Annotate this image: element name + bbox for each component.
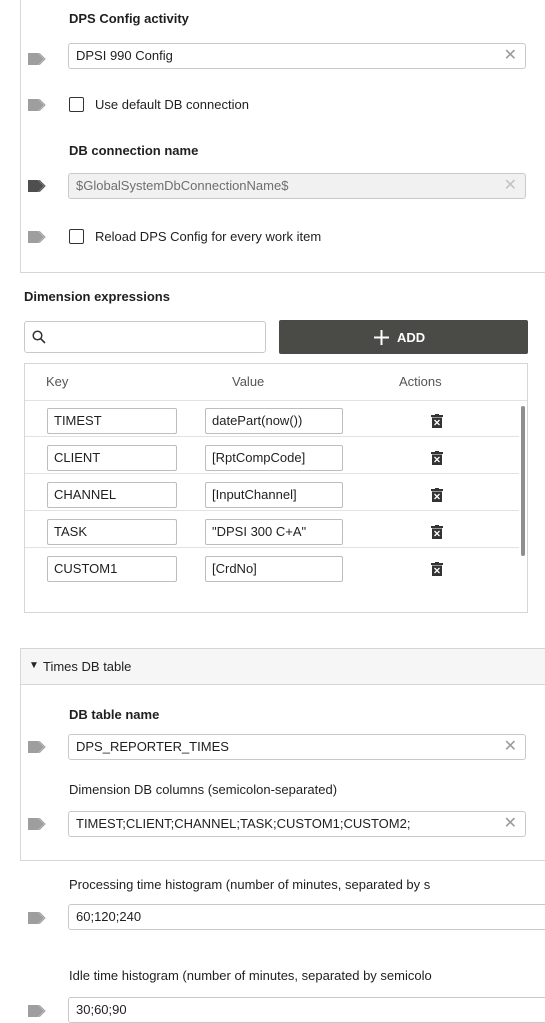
table-row: TASK "DPSI 300 C+A" — [25, 511, 519, 548]
tag-icon[interactable] — [28, 99, 46, 111]
dimension-columns-label: Dimension DB columns (semicolon-separate… — [69, 782, 338, 797]
column-header-actions: Actions — [399, 374, 442, 389]
table-row: CUSTOM1 [CrdNo] — [25, 548, 519, 584]
db-connection-label: DB connection name — [69, 143, 199, 158]
close-icon[interactable]: ✕ — [504, 174, 517, 198]
processing-histogram-value: 60;120;240 — [76, 909, 142, 924]
table-name-label: DB table name — [69, 707, 160, 722]
dimension-columns-input[interactable]: TIMEST;CLIENT;CHANNEL;TASK;CUSTOM1;CUSTO… — [68, 811, 526, 837]
row-key-input[interactable]: CHANNEL — [47, 482, 177, 508]
dimension-expressions-title: Dimension expressions — [24, 289, 170, 304]
search-input[interactable] — [24, 321, 266, 353]
table-name-input[interactable]: DPS_REPORTER_TIMES ✕ — [68, 734, 526, 760]
search-icon — [32, 330, 46, 344]
tag-icon[interactable] — [28, 912, 46, 924]
reload-config-checkbox[interactable] — [69, 229, 84, 244]
use-default-db-label: Use default DB connection — [95, 97, 249, 112]
add-button[interactable]: ADD — [279, 320, 528, 354]
dps-config-value: DPSI 990 Config — [76, 48, 173, 63]
column-header-value: Value — [232, 374, 265, 389]
dimension-columns-value: TIMEST;CLIENT;CHANNEL;TASK;CUSTOM1;CUSTO… — [76, 816, 411, 831]
tag-icon[interactable] — [28, 818, 46, 830]
dimension-table: Key Value Actions TIMEST datePart(now())… — [24, 363, 528, 613]
tag-icon[interactable] — [28, 231, 46, 243]
table-row: CLIENT [RptCompCode] — [25, 437, 519, 474]
table-header: Key Value Actions — [25, 364, 527, 401]
dps-config-input[interactable]: DPSI 990 Config ✕ — [68, 43, 526, 69]
idle-histogram-value: 30;60;90 — [76, 1002, 127, 1017]
processing-histogram-label: Processing time histogram (number of min… — [69, 877, 431, 892]
tag-icon[interactable] — [28, 180, 46, 192]
trash-icon[interactable] — [431, 451, 443, 465]
tag-icon[interactable] — [28, 741, 46, 753]
add-button-label: ADD — [397, 330, 426, 345]
row-key-input[interactable]: CUSTOM1 — [47, 556, 177, 582]
close-icon[interactable]: ✕ — [504, 735, 517, 759]
column-header-key: Key — [46, 374, 69, 389]
table-row: CHANNEL [InputChannel] — [25, 474, 519, 511]
tag-icon[interactable] — [28, 1005, 46, 1017]
times-section-header[interactable]: ▼ Times DB table — [20, 648, 545, 685]
trash-icon[interactable] — [431, 488, 443, 502]
dps-config-label: DPS Config activity — [69, 11, 189, 26]
row-key-input[interactable]: CLIENT — [47, 445, 177, 471]
table-row: TIMEST datePart(now()) — [25, 400, 519, 437]
use-default-db-checkbox[interactable] — [69, 97, 84, 112]
row-value-input[interactable]: datePart(now()) — [205, 408, 343, 434]
times-section-title: Times DB table — [43, 659, 132, 674]
trash-icon[interactable] — [431, 414, 443, 428]
row-value-input[interactable]: [InputChannel] — [205, 482, 343, 508]
row-key-input[interactable]: TASK — [47, 519, 177, 545]
close-icon[interactable]: ✕ — [499, 812, 517, 836]
plus-icon — [374, 330, 389, 345]
row-value-input[interactable]: [RptCompCode] — [205, 445, 343, 471]
trash-icon[interactable] — [431, 562, 443, 576]
row-key-input[interactable]: TIMEST — [47, 408, 177, 434]
table-name-value: DPS_REPORTER_TIMES — [76, 739, 229, 754]
row-value-input[interactable]: [CrdNo] — [205, 556, 343, 582]
caret-down-icon: ▼ — [29, 660, 39, 671]
scrollbar-thumb[interactable] — [521, 406, 525, 556]
idle-histogram-input[interactable]: 30;60;90 — [68, 997, 545, 1023]
close-icon[interactable]: ✕ — [504, 44, 517, 68]
reload-config-label: Reload DPS Config for every work item — [95, 229, 322, 244]
idle-histogram-label: Idle time histogram (number of minutes, … — [69, 968, 432, 983]
trash-icon[interactable] — [431, 525, 443, 539]
db-connection-input[interactable]: $GlobalSystemDbConnectionName$ ✕ — [68, 173, 526, 199]
row-value-input[interactable]: "DPSI 300 C+A" — [205, 519, 343, 545]
processing-histogram-input[interactable]: 60;120;240 — [68, 904, 545, 930]
db-connection-value: $GlobalSystemDbConnectionName$ — [76, 178, 289, 193]
tag-icon[interactable] — [28, 53, 46, 65]
